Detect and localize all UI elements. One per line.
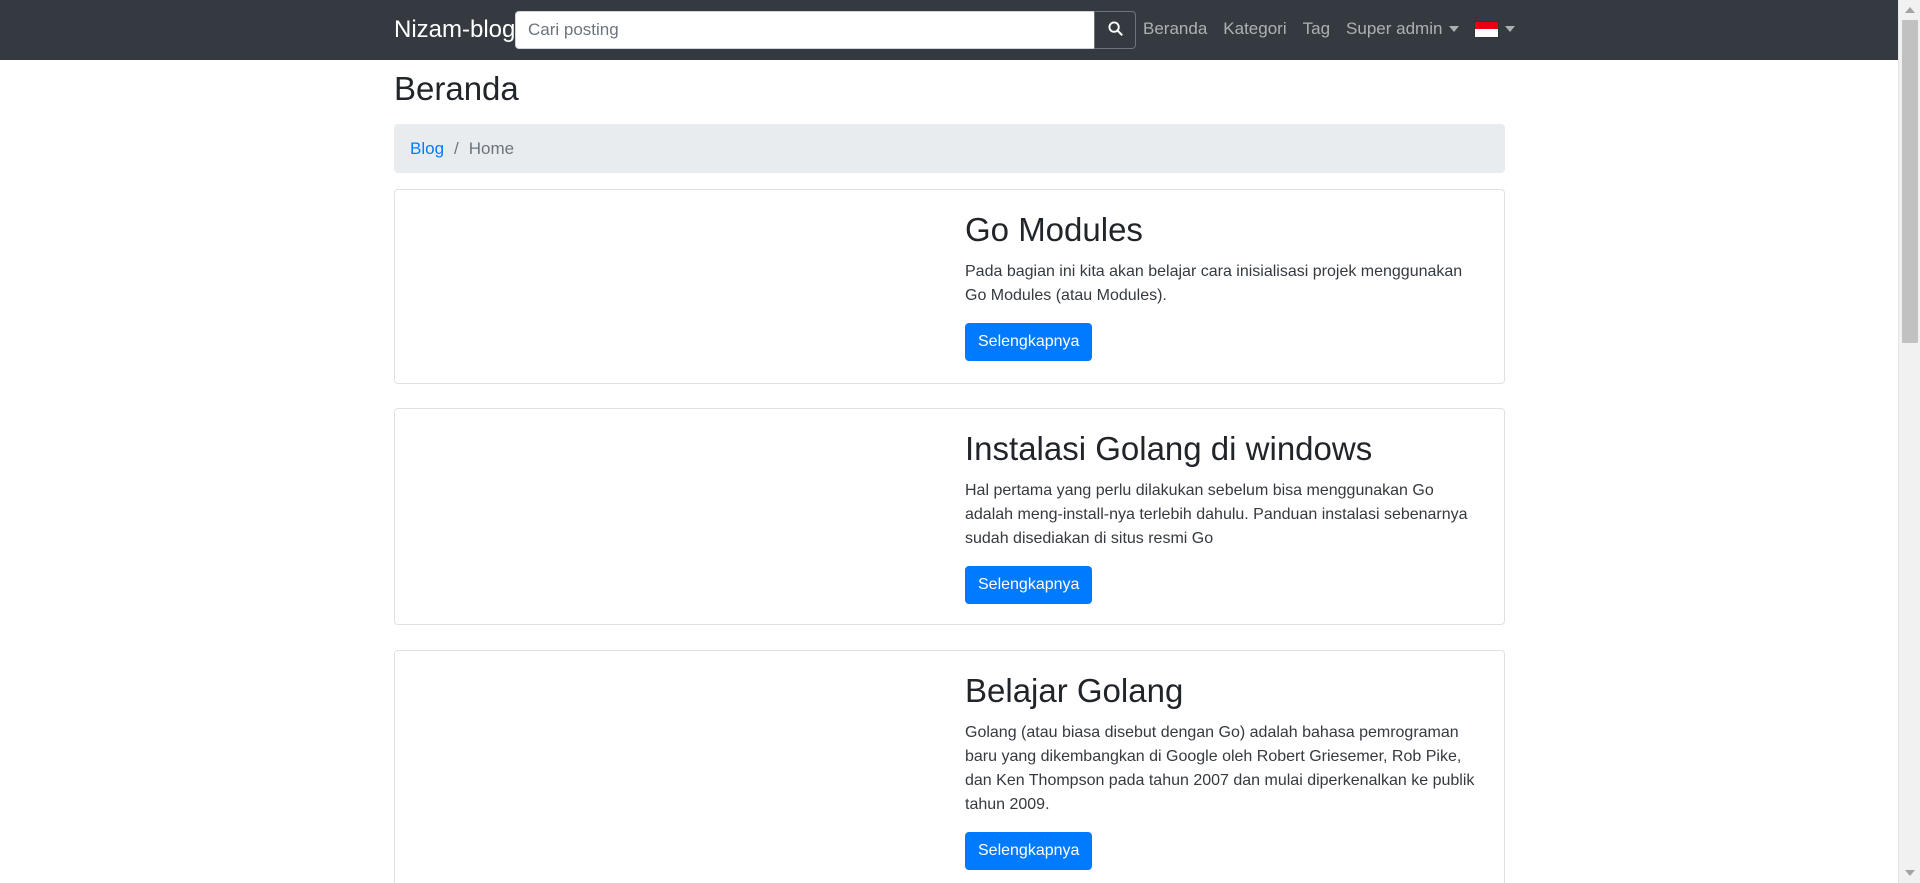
breadcrumb-separator: / xyxy=(454,138,459,158)
scroll-down-arrow-icon[interactable] xyxy=(1905,870,1915,876)
read-more-button[interactable]: Selengkapnya xyxy=(965,322,1093,361)
post-thumbnail xyxy=(395,409,950,624)
post-thumbnail xyxy=(395,190,950,383)
navbar: Nizam-blog Beranda Kategori Tag Super ad… xyxy=(0,0,1898,60)
breadcrumb-current: Home xyxy=(468,138,515,158)
post-excerpt: Pada bagian ini kita akan belajar cara i… xyxy=(965,262,1463,304)
user-menu-dropdown[interactable]: Super admin xyxy=(1346,19,1460,39)
read-more-button[interactable]: Selengkapnya xyxy=(965,565,1093,604)
user-menu-label: Super admin xyxy=(1346,19,1443,38)
language-dropdown[interactable] xyxy=(1475,21,1516,37)
scroll-up-arrow-icon[interactable] xyxy=(1905,7,1915,13)
nav-links: Beranda Kategori Tag Super admin xyxy=(1143,19,1531,39)
post-title: Go Modules xyxy=(965,211,1143,248)
page-title: Beranda xyxy=(394,70,519,107)
brand-link[interactable]: Nizam-blog xyxy=(394,16,515,44)
nav-link-beranda[interactable]: Beranda xyxy=(1143,19,1207,39)
chevron-down-icon xyxy=(1449,26,1460,32)
post-card-body: Belajar Golang Golang (atau biasa disebu… xyxy=(965,671,1485,870)
scrollbar-thumb[interactable] xyxy=(1902,20,1918,343)
post-title: Instalasi Golang di windows xyxy=(965,430,1373,467)
nav-link-kategori[interactable]: Kategori xyxy=(1223,19,1286,39)
chevron-down-icon xyxy=(1505,26,1516,32)
post-thumbnail xyxy=(395,651,950,883)
vertical-scrollbar[interactable] xyxy=(1898,0,1920,883)
post-excerpt: Hal pertama yang perlu dilakukan sebelum… xyxy=(965,481,1468,547)
post-excerpt: Golang (atau biasa disebut dengan Go) ad… xyxy=(965,723,1475,813)
post-card: Belajar Golang Golang (atau biasa disebu… xyxy=(394,650,1505,883)
post-card-body: Go Modules Pada bagian ini kita akan bel… xyxy=(965,210,1485,361)
breadcrumb-link-blog[interactable]: Blog xyxy=(410,139,444,159)
breadcrumb: Blog / Home xyxy=(394,124,1505,173)
post-card: Instalasi Golang di windows Hal pertama … xyxy=(394,408,1505,625)
search-form xyxy=(515,11,1136,49)
post-title: Belajar Golang xyxy=(965,672,1184,709)
read-more-button[interactable]: Selengkapnya xyxy=(965,831,1093,870)
search-icon xyxy=(1107,21,1123,39)
nav-link-tag[interactable]: Tag xyxy=(1303,19,1330,39)
search-button[interactable] xyxy=(1094,11,1136,49)
post-card-body: Instalasi Golang di windows Hal pertama … xyxy=(965,429,1485,604)
post-card: Go Modules Pada bagian ini kita akan bel… xyxy=(394,189,1505,384)
indonesia-flag-icon xyxy=(1475,21,1499,37)
search-input[interactable] xyxy=(515,11,1094,49)
